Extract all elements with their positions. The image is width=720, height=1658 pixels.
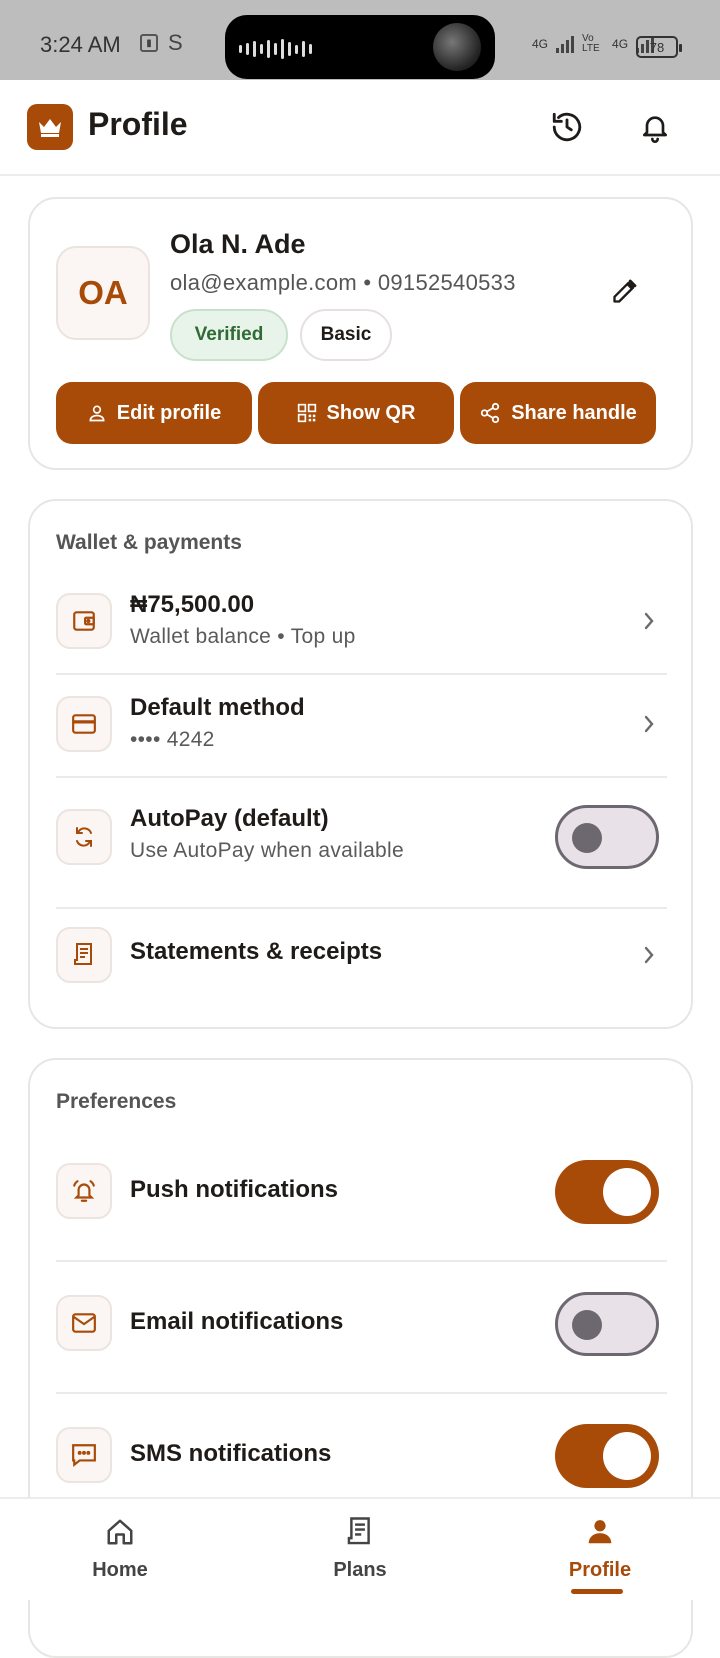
notifications-button[interactable] (630, 102, 680, 152)
signal-icon (556, 35, 575, 53)
sms-notifications-title: SMS notifications (130, 1440, 332, 1467)
audio-wave-icon (239, 39, 312, 59)
wallet-card: Wallet & payments ₦75,500.00 Wallet bala… (28, 499, 693, 1029)
share-icon (481, 402, 500, 424)
email-notifications-toggle[interactable] (555, 1292, 659, 1356)
volte-label: Vo LTE (582, 33, 600, 54)
profile-card: OA Ola N. Ade ola@example.com • 09152540… (28, 197, 693, 470)
qr-code-icon (297, 403, 316, 423)
nav-profile[interactable]: Profile (480, 1499, 720, 1602)
dynamic-island (225, 15, 495, 79)
wallet-section-title: Wallet & payments (56, 531, 242, 554)
autopay-title: AutoPay (default) (130, 805, 329, 832)
push-notifications-toggle[interactable] (555, 1160, 659, 1224)
person-icon (89, 405, 105, 422)
battery-icon: 78 (636, 36, 682, 58)
status-notification-icons: ▮ S (140, 30, 183, 56)
divider (56, 776, 667, 778)
avatar: OA (56, 246, 150, 340)
default-method-row[interactable]: Default method •••• 4242 (56, 694, 667, 776)
divider (56, 673, 667, 675)
receipt-icon (343, 1515, 377, 1549)
preferences-section-title: Preferences (56, 1090, 177, 1113)
autopay-row: AutoPay (default) Use AutoPay when avail… (56, 805, 667, 887)
bell-icon (643, 116, 667, 143)
mail-icon (56, 1295, 112, 1351)
divider (56, 1260, 667, 1262)
sms-notifications-toggle[interactable] (555, 1424, 659, 1488)
toggle-knob (603, 1168, 651, 1216)
edit-pencil-button[interactable] (607, 273, 643, 309)
history-button[interactable] (542, 102, 592, 152)
edit-profile-label: Edit profile (116, 401, 222, 424)
push-notifications-title: Push notifications (130, 1176, 339, 1203)
status-bar: 3:24 AM ▮ S 4G Vo LTE 4G 78 (0, 0, 720, 80)
message-icon (56, 1427, 112, 1483)
receipt-icon (56, 927, 112, 983)
statements-row[interactable]: Statements & receipts (56, 921, 667, 991)
wallet-balance-sub: Wallet balance • Top up (130, 625, 356, 648)
autopay-toggle[interactable] (555, 805, 659, 869)
chevron-right-icon (637, 943, 661, 967)
share-handle-button[interactable]: Share handle (460, 382, 656, 444)
wallet-icon (56, 593, 112, 649)
email-notifications-row: Email notifications (56, 1292, 667, 1358)
autopay-sub: Use AutoPay when available (130, 839, 404, 862)
nav-profile-label: Profile (568, 1559, 632, 1581)
show-qr-label: Show QR (326, 401, 416, 424)
toggle-knob (572, 1310, 602, 1340)
user-name: Ola N. Ade (170, 229, 306, 259)
status-time: 3:24 AM (40, 32, 121, 57)
network-4g-label-2: 4G (612, 37, 629, 51)
chevron-right-icon (637, 609, 661, 633)
sync-icon (56, 809, 112, 865)
default-method-sub: •••• 4242 (130, 728, 215, 751)
media-thumbnail (433, 23, 481, 71)
person-icon (583, 1515, 617, 1549)
nav-plans-label: Plans (333, 1559, 387, 1581)
active-tab-indicator (571, 1589, 623, 1594)
push-notifications-row: Push notifications (56, 1160, 667, 1226)
nav-home[interactable]: Home (0, 1499, 240, 1602)
toggle-knob (572, 823, 602, 853)
show-qr-button[interactable]: Show QR (258, 382, 454, 444)
wallet-balance-row[interactable]: ₦75,500.00 Wallet balance • Top up (56, 591, 667, 673)
nav-plans[interactable]: Plans (240, 1499, 480, 1602)
crown-icon (27, 104, 73, 150)
page-title: Profile (88, 106, 188, 142)
app-header: Profile (0, 80, 720, 176)
history-icon (552, 112, 582, 142)
default-method-title: Default method (130, 694, 305, 721)
home-icon (103, 1515, 137, 1549)
pencil-icon (613, 279, 637, 303)
divider (56, 1392, 667, 1394)
verified-badge: Verified (170, 309, 288, 361)
email-notifications-title: Email notifications (130, 1308, 344, 1335)
user-contact: ola@example.com • 09152540533 (170, 270, 516, 295)
network-4g-label: 4G (532, 37, 549, 51)
toggle-knob (603, 1432, 651, 1480)
statements-title: Statements & receipts (130, 938, 383, 965)
sms-notifications-row: SMS notifications (56, 1424, 667, 1490)
credit-card-icon (56, 696, 112, 752)
share-handle-label: Share handle (511, 401, 637, 424)
bottom-navigation: Home Plans Profile (0, 1497, 720, 1600)
divider (56, 907, 667, 909)
sim-icon: ▮ (140, 34, 158, 52)
nav-home-label: Home (92, 1559, 148, 1581)
edit-profile-button[interactable]: Edit profile (56, 382, 252, 444)
carrier-s-icon: S (168, 30, 183, 55)
wallet-balance: ₦75,500.00 (130, 591, 255, 618)
chevron-right-icon (637, 712, 661, 736)
plan-badge: Basic (300, 309, 392, 361)
alarm-bell-icon (56, 1163, 112, 1219)
